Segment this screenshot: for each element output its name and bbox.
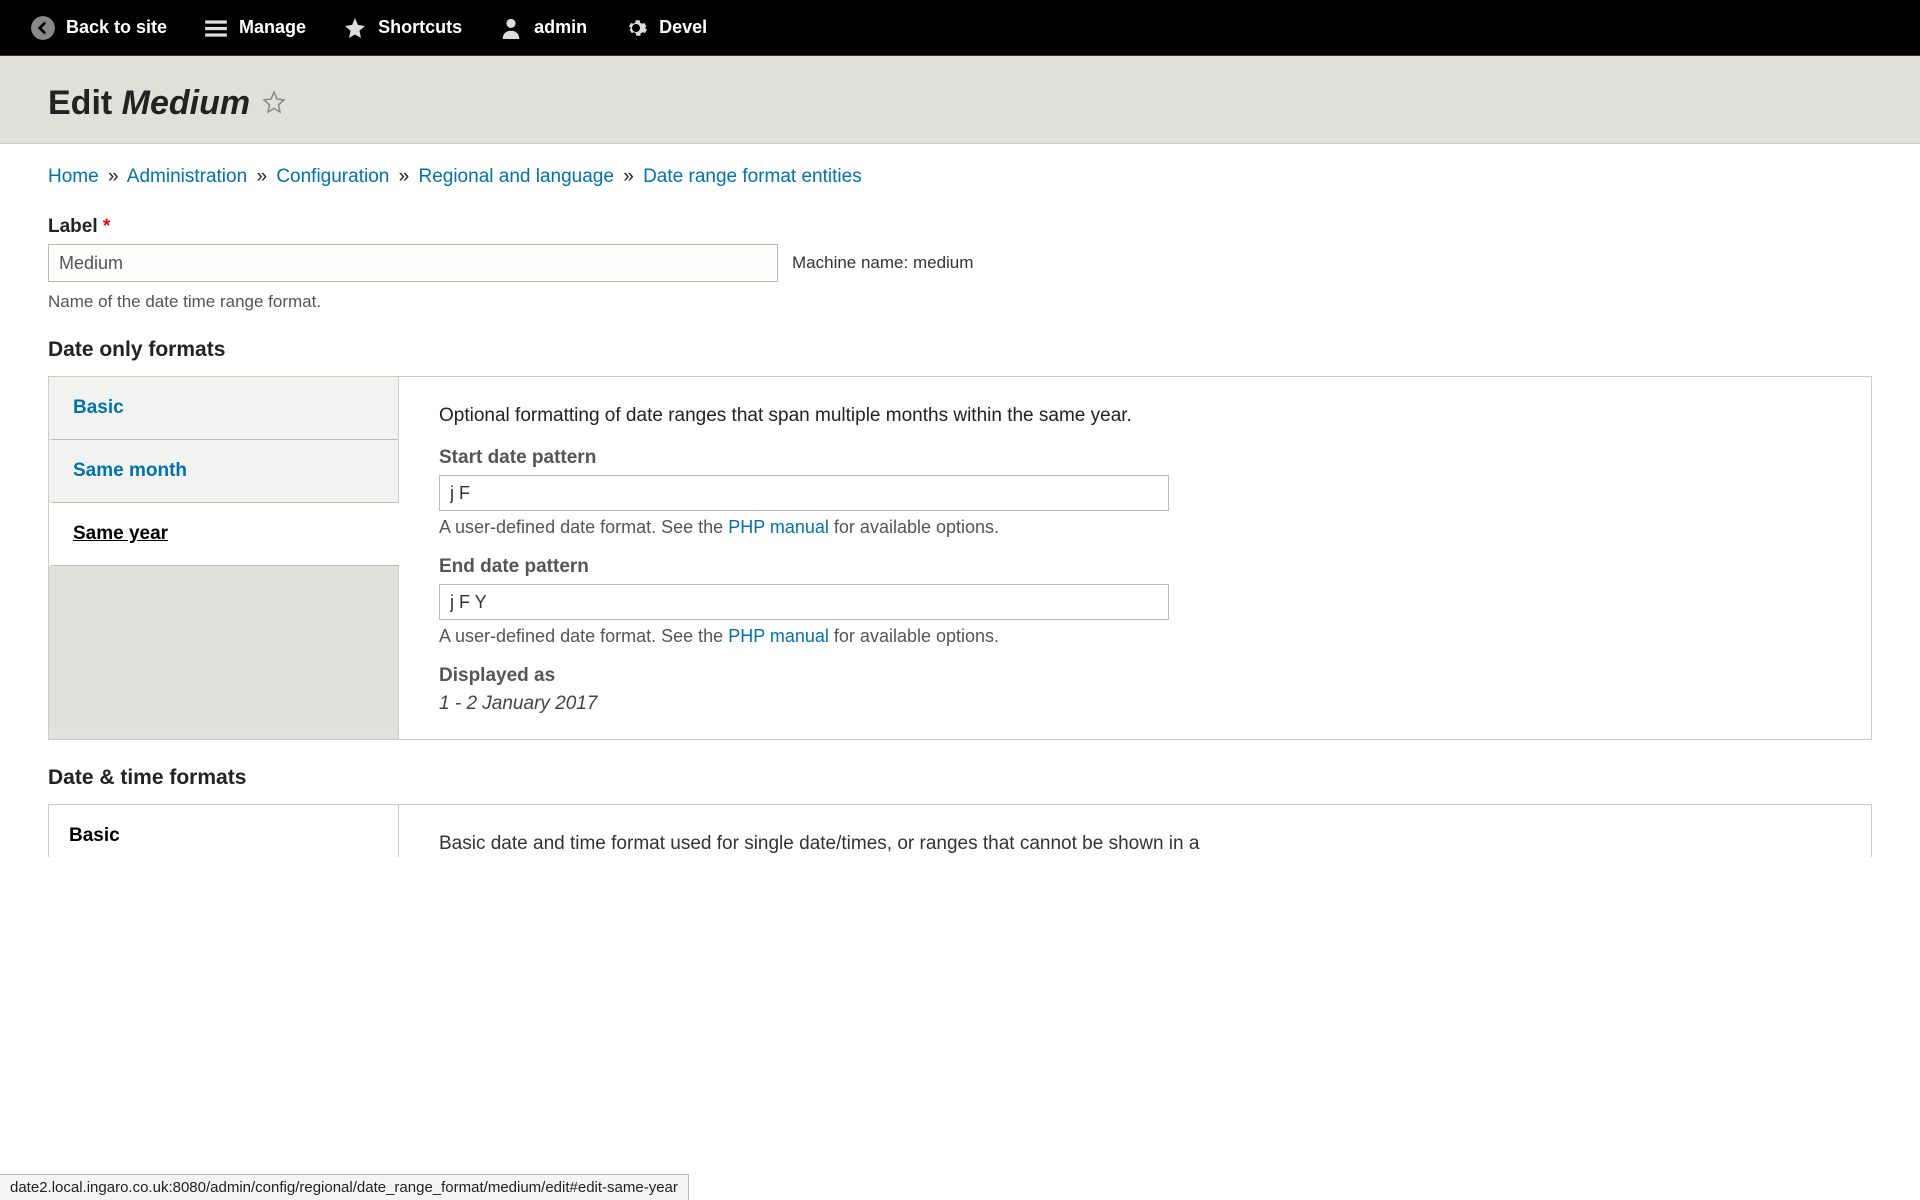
shortcuts-label: Shortcuts bbox=[378, 17, 462, 38]
shortcuts-link[interactable]: Shortcuts bbox=[324, 0, 480, 55]
manage-label: Manage bbox=[239, 17, 306, 38]
tab-same-year[interactable]: Same year bbox=[49, 503, 399, 566]
user-link[interactable]: admin bbox=[480, 0, 605, 55]
label-field-wrapper: Label * Machine name: medium Name of the… bbox=[48, 216, 1872, 312]
date-only-heading: Date only formats bbox=[48, 338, 1872, 362]
breadcrumb-regional[interactable]: Regional and language bbox=[418, 166, 613, 187]
php-manual-link-2[interactable]: PHP manual bbox=[728, 626, 829, 646]
star-outline-icon[interactable] bbox=[262, 84, 286, 123]
date-time-tabs: Basic Basic date and time format used fo… bbox=[48, 804, 1872, 857]
breadcrumb-config[interactable]: Configuration bbox=[276, 166, 389, 187]
gear-icon bbox=[623, 15, 649, 41]
vtab-spacer bbox=[49, 566, 398, 726]
devel-label: Devel bbox=[659, 17, 707, 38]
manage-link[interactable]: Manage bbox=[185, 0, 324, 55]
tab-basic-2[interactable]: Basic bbox=[49, 805, 399, 857]
user-icon bbox=[498, 15, 524, 41]
start-pattern-help: A user-defined date format. See the PHP … bbox=[439, 517, 1831, 538]
user-label: admin bbox=[534, 17, 587, 38]
breadcrumb: Home » Administration » Configuration » … bbox=[48, 166, 1872, 188]
hamburger-icon bbox=[203, 15, 229, 41]
star-icon bbox=[342, 15, 368, 41]
label-field-label: Label * bbox=[48, 216, 1872, 238]
displayed-as-label: Displayed as bbox=[439, 665, 1831, 687]
label-input[interactable] bbox=[48, 244, 778, 282]
end-pattern-help: A user-defined date format. See the PHP … bbox=[439, 626, 1831, 647]
start-pattern-input[interactable] bbox=[439, 475, 1169, 511]
machine-name-text: Machine name: medium bbox=[792, 253, 973, 273]
devel-link[interactable]: Devel bbox=[605, 0, 725, 55]
tab-basic[interactable]: Basic bbox=[49, 377, 398, 440]
main-content: Home » Administration » Configuration » … bbox=[0, 144, 1920, 887]
end-pattern-label: End date pattern bbox=[439, 556, 1831, 578]
date-time-desc: Basic date and time format used for sing… bbox=[399, 805, 1871, 857]
tab-same-month[interactable]: Same month bbox=[49, 440, 398, 503]
breadcrumb-date-range[interactable]: Date range format entities bbox=[643, 166, 862, 187]
back-arrow-icon bbox=[30, 15, 56, 41]
start-pattern-label: Start date pattern bbox=[439, 447, 1831, 469]
page-header: Edit Medium bbox=[0, 56, 1920, 144]
status-bar-url: date2.local.ingaro.co.uk:8080/admin/conf… bbox=[0, 1174, 689, 1200]
label-description: Name of the date time range format. bbox=[48, 292, 1872, 312]
date-time-heading: Date & time formats bbox=[48, 766, 1872, 790]
breadcrumb-admin[interactable]: Administration bbox=[127, 166, 247, 187]
page-title: Edit Medium bbox=[48, 84, 1872, 123]
tab-description: Optional formatting of date ranges that … bbox=[439, 405, 1831, 427]
vtabs-menu: Basic Same month Same year bbox=[49, 377, 399, 739]
php-manual-link[interactable]: PHP manual bbox=[728, 517, 829, 537]
back-to-site-link[interactable]: Back to site bbox=[12, 0, 185, 55]
breadcrumb-home[interactable]: Home bbox=[48, 166, 99, 187]
back-to-site-label: Back to site bbox=[66, 17, 167, 38]
vtabs-content: Optional formatting of date ranges that … bbox=[399, 377, 1871, 739]
date-only-tabs: Basic Same month Same year Optional form… bbox=[48, 376, 1872, 740]
admin-toolbar: Back to site Manage Shortcuts admin Deve… bbox=[0, 0, 1920, 56]
end-pattern-input[interactable] bbox=[439, 584, 1169, 620]
displayed-as-value: 1 - 2 January 2017 bbox=[439, 693, 1831, 715]
